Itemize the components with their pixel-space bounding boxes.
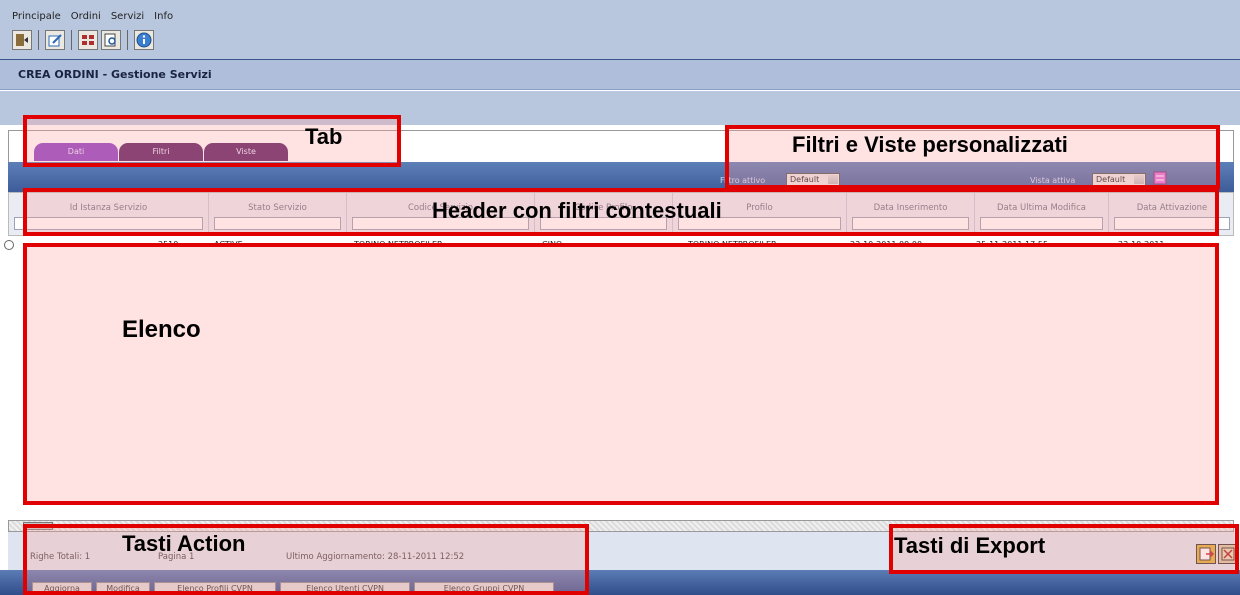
toolbar-separator: [127, 30, 128, 50]
callout-label-header: Header con filtri contestuali: [432, 198, 722, 223]
toolbar: [12, 30, 154, 50]
grid-icon[interactable]: [78, 30, 98, 50]
callout-label-list: Elenco: [122, 316, 201, 343]
title-bar: CREA ORDINI - Gestione Servizi: [0, 60, 1240, 90]
row-select-radio[interactable]: [4, 240, 14, 250]
callout-label-filters-views: Filtri e Viste personalizzati: [792, 132, 1068, 157]
callout-tab: [23, 115, 401, 167]
menu-principale[interactable]: Principale: [12, 11, 61, 22]
menu-ordini[interactable]: Ordini: [71, 11, 101, 22]
callout-list: [23, 243, 1219, 505]
callout-actions: [23, 524, 589, 595]
menu-list: Principale Ordini Servizi Info: [12, 11, 173, 22]
exit-icon[interactable]: [12, 30, 32, 50]
callout-label-tab: Tab: [305, 124, 343, 149]
menu-bar: Principale Ordini Servizi Info: [0, 0, 1240, 60]
menu-info[interactable]: Info: [154, 11, 173, 22]
edit-icon[interactable]: [45, 30, 65, 50]
info-icon[interactable]: [134, 30, 154, 50]
page-title: CREA ORDINI - Gestione Servizi: [18, 68, 212, 81]
menu-servizi[interactable]: Servizi: [111, 11, 144, 22]
callout-label-actions: Tasti Action: [122, 531, 246, 556]
search-icon[interactable]: [101, 30, 121, 50]
callout-label-export: Tasti di Export: [894, 533, 1046, 558]
toolbar-separator: [71, 30, 72, 50]
toolbar-separator: [38, 30, 39, 50]
